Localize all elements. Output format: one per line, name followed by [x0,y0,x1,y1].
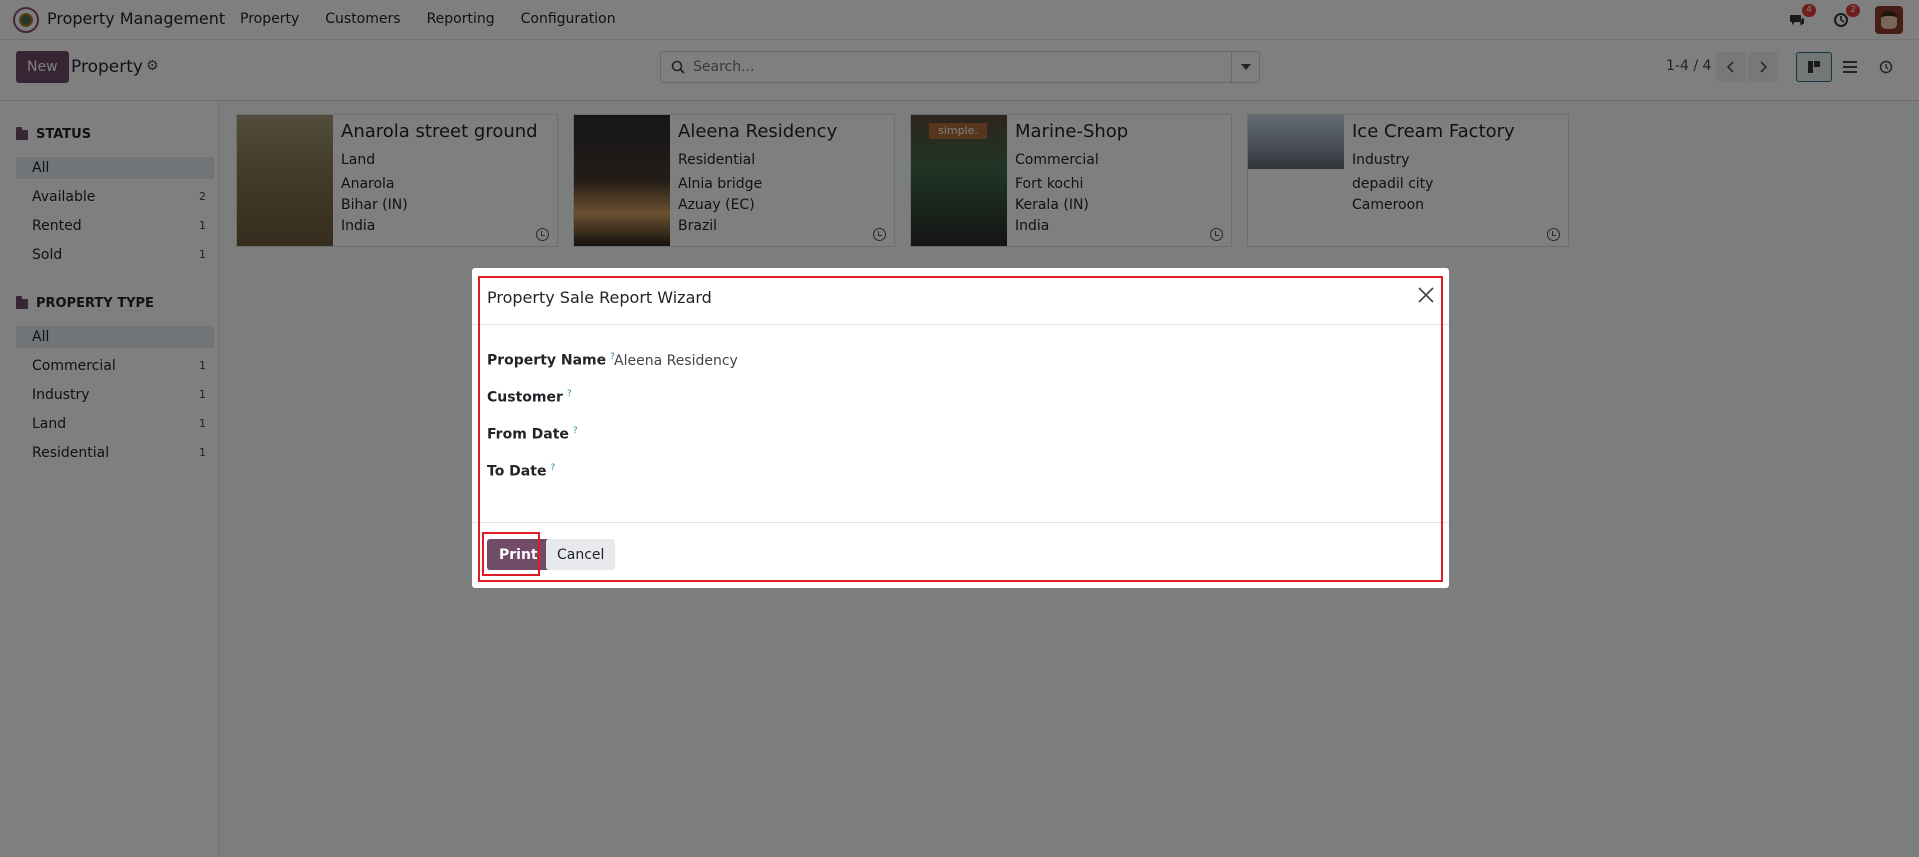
modal-title: Property Sale Report Wizard [487,288,712,307]
customer-label: Customer? [487,389,572,406]
help-tooltip-icon[interactable]: ? [567,389,572,399]
property-name-field[interactable]: Aleena Residency [614,353,738,369]
help-tooltip-icon[interactable]: ? [550,463,555,473]
from-date-field[interactable] [614,426,1414,446]
to-date-label: To Date? [487,463,556,480]
close-icon[interactable] [1417,286,1435,304]
property-name-label: Property Name? [487,352,615,369]
print-button[interactable]: Print [487,539,550,570]
cancel-button[interactable]: Cancel [546,539,616,570]
from-date-label: From Date? [487,426,578,443]
modal-header: Property Sale Report Wizard [472,268,1449,325]
help-tooltip-icon[interactable]: ? [573,426,578,436]
modal-footer-divider [472,522,1449,523]
to-date-field[interactable] [614,463,1414,483]
customer-field[interactable] [614,389,1414,409]
sale-report-wizard-dialog: Property Sale Report Wizard Property Nam… [472,268,1449,588]
